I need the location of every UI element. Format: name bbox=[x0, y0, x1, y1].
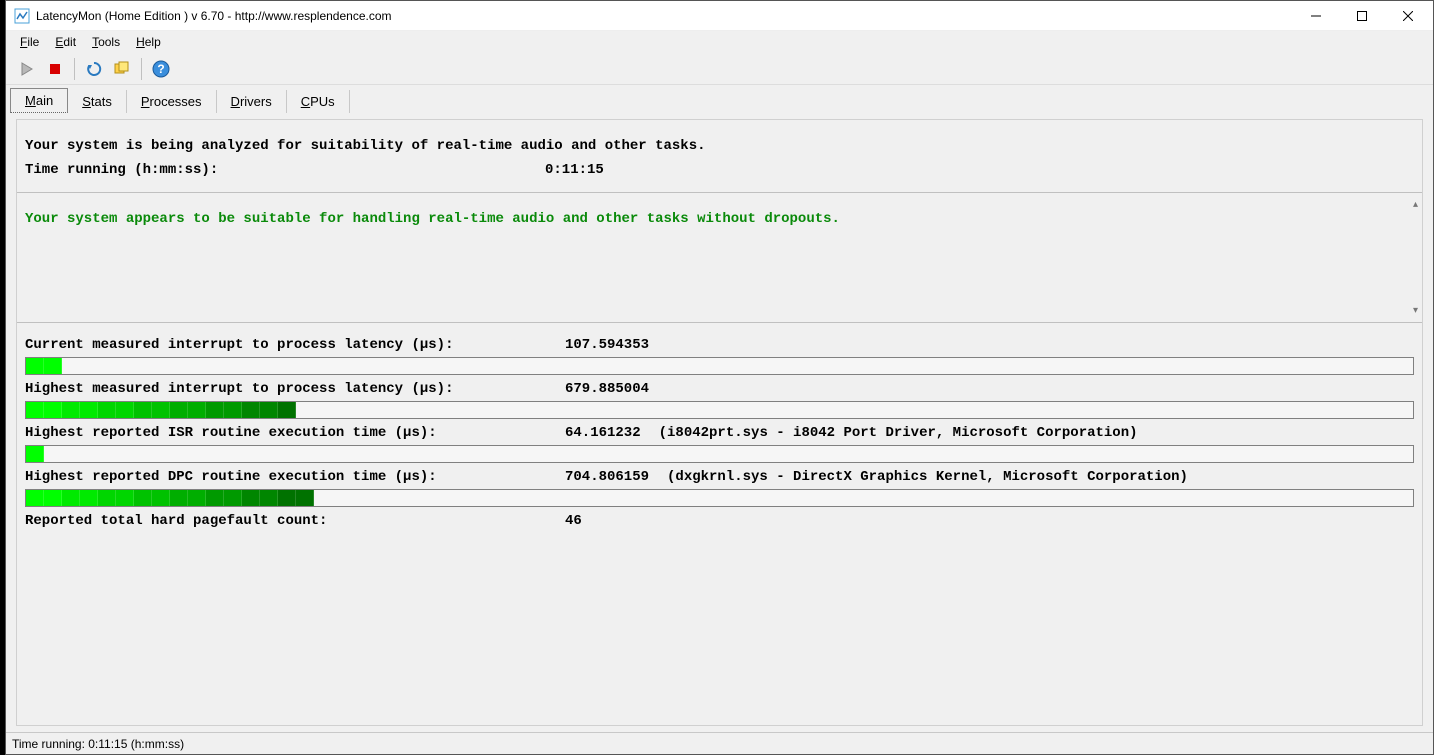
latency-bar bbox=[25, 489, 1414, 507]
metric-row: Highest measured interrupt to process la… bbox=[25, 375, 1414, 419]
tab-stats[interactable]: Stats bbox=[68, 90, 127, 113]
metric-value: 64.161232 bbox=[565, 425, 641, 441]
metric-detail: (dxgkrnl.sys - DirectX Graphics Kernel, … bbox=[667, 469, 1188, 485]
latency-bar bbox=[25, 401, 1414, 419]
stop-button[interactable] bbox=[42, 56, 68, 82]
toolbar-separator bbox=[74, 58, 75, 80]
metric-row: Reported total hard pagefault count:46 bbox=[25, 507, 1414, 529]
maximize-button[interactable] bbox=[1339, 1, 1385, 31]
refresh-icon[interactable] bbox=[81, 56, 107, 82]
metric-label: Highest measured interrupt to process la… bbox=[25, 381, 565, 397]
latency-bar bbox=[25, 445, 1414, 463]
verdict-text: Your system appears to be suitable for h… bbox=[25, 211, 1414, 227]
metric-label: Reported total hard pagefault count: bbox=[25, 513, 565, 529]
menu-help[interactable]: Help bbox=[130, 33, 167, 51]
status-text: Time running: 0:11:15 (h:mm:ss) bbox=[12, 737, 184, 751]
metrics-panel: Current measured interrupt to process la… bbox=[17, 323, 1422, 537]
latency-bar bbox=[25, 357, 1414, 375]
menubar: File Edit Tools Help bbox=[6, 31, 1433, 53]
minimize-button[interactable] bbox=[1293, 1, 1339, 31]
menu-file[interactable]: File bbox=[14, 33, 45, 51]
analysis-header: Your system is being analyzed for suitab… bbox=[17, 120, 1422, 193]
window-title: LatencyMon (Home Edition ) v 6.70 - http… bbox=[36, 9, 1293, 23]
close-button[interactable] bbox=[1385, 1, 1431, 31]
titlebar[interactable]: LatencyMon (Home Edition ) v 6.70 - http… bbox=[6, 1, 1433, 31]
toolbar-separator bbox=[141, 58, 142, 80]
window-controls bbox=[1293, 1, 1431, 31]
help-icon[interactable]: ? bbox=[148, 56, 174, 82]
metric-value: 704.806159 bbox=[565, 469, 649, 485]
time-running-value: 0:11:15 bbox=[545, 162, 604, 178]
menu-tools[interactable]: Tools bbox=[86, 33, 126, 51]
app-window: LatencyMon (Home Edition ) v 6.70 - http… bbox=[5, 0, 1434, 755]
metric-value: 46 bbox=[565, 513, 582, 529]
toolbar: ? bbox=[6, 53, 1433, 85]
metric-label: Highest reported ISR routine execution t… bbox=[25, 425, 565, 441]
play-button[interactable] bbox=[14, 56, 40, 82]
windows-icon[interactable] bbox=[109, 56, 135, 82]
svg-text:?: ? bbox=[157, 62, 164, 76]
metric-value: 107.594353 bbox=[565, 337, 649, 353]
app-icon bbox=[14, 8, 30, 24]
tabbar: Main Stats Processes Drivers CPUs bbox=[6, 85, 1433, 113]
metric-row: Current measured interrupt to process la… bbox=[25, 331, 1414, 375]
time-running-label: Time running (h:mm:ss): bbox=[25, 162, 545, 178]
scroll-down-icon[interactable]: ▾ bbox=[1413, 305, 1418, 316]
scroll-up-icon[interactable]: ▴ bbox=[1413, 199, 1418, 210]
tab-drivers[interactable]: Drivers bbox=[217, 90, 287, 113]
tab-processes[interactable]: Processes bbox=[127, 90, 217, 113]
main-panel: Your system is being analyzed for suitab… bbox=[16, 119, 1423, 726]
metric-label: Current measured interrupt to process la… bbox=[25, 337, 565, 353]
metric-value: 679.885004 bbox=[565, 381, 649, 397]
statusbar: Time running: 0:11:15 (h:mm:ss) bbox=[6, 732, 1433, 754]
metric-row: Highest reported ISR routine execution t… bbox=[25, 419, 1414, 463]
metric-detail: (i8042prt.sys - i8042 Port Driver, Micro… bbox=[659, 425, 1138, 441]
analysis-text: Your system is being analyzed for suitab… bbox=[25, 138, 1414, 154]
metric-row: Highest reported DPC routine execution t… bbox=[25, 463, 1414, 507]
tab-cpus[interactable]: CPUs bbox=[287, 90, 350, 113]
menu-edit[interactable]: Edit bbox=[49, 33, 82, 51]
verdict-panel: ▴ Your system appears to be suitable for… bbox=[17, 193, 1422, 323]
metric-label: Highest reported DPC routine execution t… bbox=[25, 469, 565, 485]
tab-main[interactable]: Main bbox=[10, 88, 68, 113]
